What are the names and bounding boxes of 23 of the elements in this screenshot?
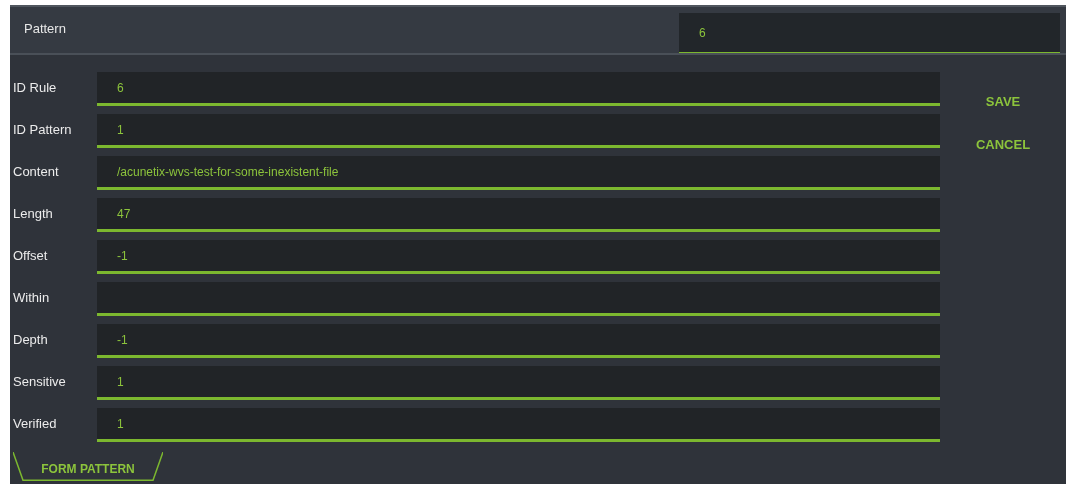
input-field[interactable]: -1 <box>97 240 940 274</box>
field-label: Within <box>13 289 51 307</box>
pattern-field[interactable]: 6 <box>679 13 1060 53</box>
input-field[interactable]: -1 <box>97 324 940 358</box>
field-label: Length <box>13 205 54 223</box>
input-field[interactable]: 1 <box>97 366 940 400</box>
save-button[interactable]: SAVE <box>981 92 1025 111</box>
field-label: Offset <box>13 247 49 265</box>
input-field[interactable]: /acunetix-wvs-test-for-some-inexistent-file <box>97 156 940 190</box>
field-label: Depth <box>13 331 49 349</box>
form-tab[interactable]: FORM PATTERN <box>13 452 163 484</box>
input-field[interactable] <box>97 282 940 316</box>
input-field[interactable]: 47 <box>97 198 940 232</box>
input-field[interactable]: 1 <box>97 114 940 148</box>
field-label: Sensitive <box>13 373 67 391</box>
field-label: Verified <box>13 415 58 433</box>
cancel-button[interactable]: CANCEL <box>971 135 1035 154</box>
input-field[interactable]: 6 <box>97 72 940 106</box>
panel-title: Pattern <box>23 20 67 38</box>
field-label: ID Rule <box>13 79 58 97</box>
input-field[interactable]: 1 <box>97 408 940 442</box>
field-label: Content <box>13 163 60 181</box>
field-label: ID Pattern <box>13 121 73 139</box>
